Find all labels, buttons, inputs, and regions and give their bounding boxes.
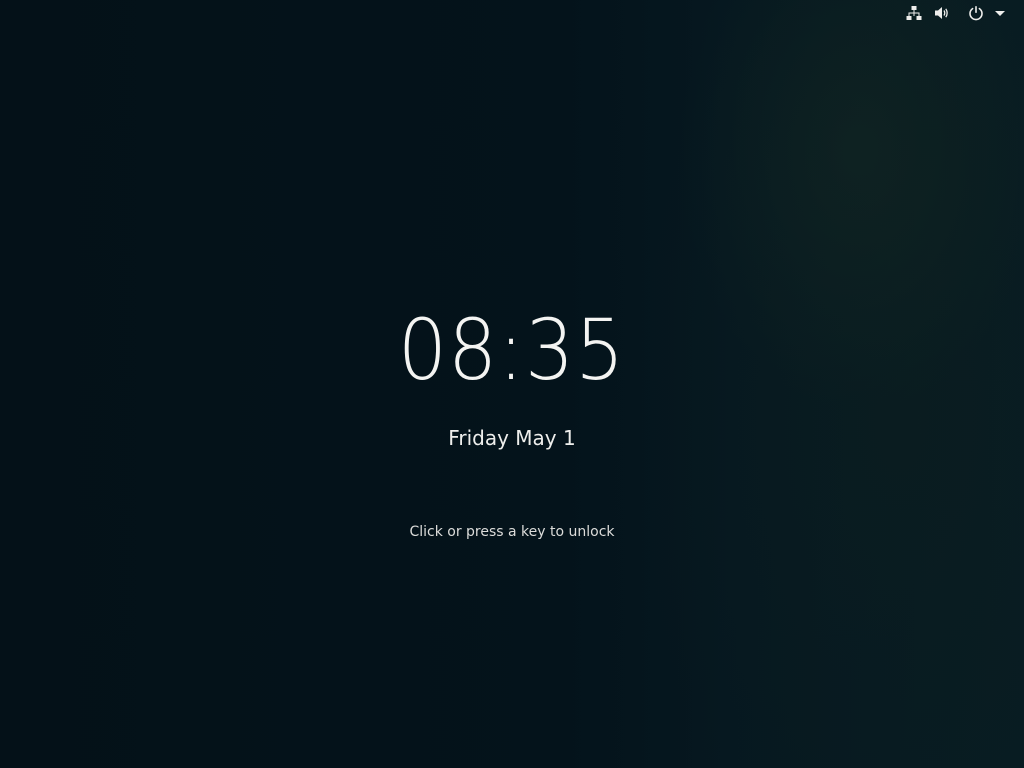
top-bar — [896, 0, 1024, 26]
clock-time: 08:35 — [398, 301, 626, 399]
dropdown-arrow-icon[interactable] — [990, 3, 1010, 23]
power-icon[interactable] — [966, 3, 986, 23]
lock-clock: 08:35 — [0, 300, 1024, 400]
unlock-hint: Click or press a key to unlock — [409, 524, 615, 540]
lock-screen[interactable]: 08:35 Friday May 1 Click or press a key … — [0, 0, 1024, 768]
lock-date: Friday May 1 — [448, 426, 576, 450]
volume-icon[interactable] — [932, 3, 952, 23]
network-wired-icon[interactable] — [904, 3, 924, 23]
